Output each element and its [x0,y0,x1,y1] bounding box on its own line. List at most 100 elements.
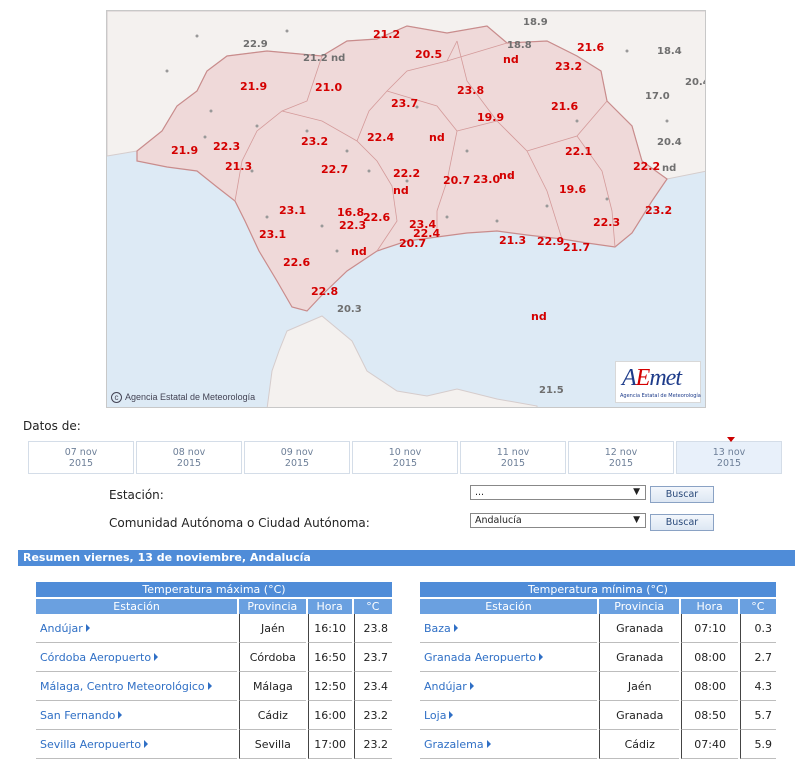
map-temp-label[interactable]: 22.9 [243,39,268,51]
map-temp-label[interactable]: 23.8 [457,85,484,97]
map-temp-label[interactable]: 22.3 [213,141,240,153]
table-header-row: Estación Provincia Hora °C [36,599,392,614]
date-tab-08-nov[interactable]: 08 nov 2015 [136,441,242,474]
map-temp-label[interactable]: 23.0 [473,174,500,186]
map-temp-label[interactable]: 21.6 [551,101,578,113]
map-temp-label[interactable]: nd [531,311,547,323]
map-temp-label[interactable]: 21.9 [171,145,198,157]
map-temp-label[interactable]: nd [351,246,367,258]
map-temp-label[interactable]: 21.2 [373,29,400,41]
map-temp-label[interactable]: nd [429,132,445,144]
map-temp-label[interactable]: 19.6 [559,184,586,196]
map-temp-label[interactable]: 22.1 [565,146,592,158]
station-link[interactable]: Málaga, Centro Meteorológico [40,680,212,693]
map-temp-label[interactable]: 21.6 [577,42,604,54]
station-link[interactable]: Baza [424,622,458,635]
comunidad-select[interactable]: Andalucía ▼ [470,513,646,528]
map-temp-label[interactable]: 21.2 [303,53,328,65]
temperature-cell: 2.7 [739,643,776,672]
map-temp-label[interactable]: 22.6 [363,212,390,224]
map-temp-label[interactable]: 22.9 [537,236,564,248]
station-link[interactable]: Córdoba Aeropuerto [40,651,159,664]
map-temp-label[interactable]: 22.3 [593,217,620,229]
province-cell: Granada [599,614,680,643]
map-temp-label[interactable]: nd [499,170,515,182]
column-header-hora: Hora [681,599,738,614]
date-tab-07-nov[interactable]: 07 nov 2015 [28,441,134,474]
map-temp-label[interactable]: 21.5 [539,385,564,397]
map-temp-label[interactable]: 20.7 [443,175,470,187]
date-tab-year: 2015 [68,458,94,469]
map-temp-label[interactable]: 18.4 [657,46,682,58]
map-temp-label[interactable]: 22.2 [393,168,420,180]
map-temp-label[interactable]: 20.3 [337,304,362,316]
buscar-estacion-button[interactable]: Buscar [650,486,714,503]
column-header-celsius: °C [739,599,776,614]
station-link[interactable]: Granada Aeropuerto [424,651,544,664]
time-cell: 08:00 [681,643,738,672]
map-temp-label[interactable]: 22.8 [311,286,338,298]
map-temp-label[interactable]: nd [393,185,409,197]
column-header-provincia: Provincia [239,599,306,614]
map-temp-label[interactable]: 22.2 [633,161,660,173]
station-link[interactable]: Grazalema [424,738,491,751]
map-canvas [107,11,705,407]
buscar-comunidad-button[interactable]: Buscar [650,514,714,531]
map-temp-label[interactable]: 16.8 [337,207,364,219]
date-tab-13-nov[interactable]: 13 nov 2015 [676,437,782,474]
map-temp-label[interactable]: 23.2 [555,61,582,73]
map-temp-label[interactable]: 19.9 [477,112,504,124]
date-tab-year: 2015 [716,458,742,469]
temperature-map[interactable]: 18.9 22.9 21.2 18.8 21.6 18.4 20.5 21.2 … [106,10,706,408]
table-row: Granada Aeropuerto Granada 08:00 2.7 [420,643,776,672]
resumen-title: Resumen viernes, 13 de noviembre, Andalu… [18,550,795,566]
map-temp-label[interactable]: 23.1 [279,205,306,217]
date-tab-day: 11 nov [496,447,530,458]
date-tabs: 07 nov 2015 08 nov 2015 09 nov 2015 10 nov 2… [28,437,782,475]
map-temp-label[interactable]: 23.1 [259,229,286,241]
map-temp-label[interactable]: 22.4 [367,132,394,144]
map-temp-label[interactable]: 23.2 [301,136,328,148]
date-tab-day: 13 nov [712,447,746,458]
date-tab-10-nov[interactable]: 10 nov 2015 [352,441,458,474]
map-temp-label[interactable]: 20.5 [415,49,442,61]
map-copyright: c Agencia Estatal de Meteorología [111,392,255,403]
map-temp-label[interactable]: 20.4 [685,77,705,89]
map-temp-label[interactable]: nd [662,163,676,175]
map-temp-label[interactable]: 21.3 [499,235,526,247]
map-temp-label[interactable]: 22.7 [321,164,348,176]
map-temp-label[interactable]: 20.4 [657,137,682,149]
map-temp-label[interactable]: nd [331,53,345,65]
map-temp-label[interactable]: 21.3 [225,161,252,173]
estacion-select[interactable]: ... ▼ [470,485,646,500]
map-temp-label[interactable]: nd [503,54,519,66]
map-temp-label[interactable]: 21.9 [240,81,267,93]
map-temp-label[interactable]: 23.2 [645,205,672,217]
map-temp-label[interactable]: 17.0 [645,91,670,103]
station-link[interactable]: Loja [424,709,454,722]
table-header-row: Estación Provincia Hora °C [420,599,776,614]
date-tab-year: 2015 [608,458,634,469]
time-cell: 07:40 [681,730,738,759]
date-tab-12-nov[interactable]: 12 nov 2015 [568,441,674,474]
date-tab-09-nov[interactable]: 09 nov 2015 [244,441,350,474]
station-link[interactable]: San Fernando [40,709,123,722]
province-cell: Málaga [239,672,306,701]
map-temp-label[interactable]: 22.6 [283,257,310,269]
map-temp-label[interactable]: 23.7 [391,98,418,110]
station-link[interactable]: Sevilla Aeropuerto [40,738,149,751]
table-row: Córdoba Aeropuerto Córdoba 16:50 23.7 [36,643,392,672]
station-link[interactable]: Andújar [40,622,90,635]
map-temp-label[interactable]: 20.7 [399,238,426,250]
time-cell: 08:00 [681,672,738,701]
dropdown-arrow-icon: ▼ [633,487,640,497]
map-temp-label[interactable]: 21.7 [563,242,590,254]
station-link[interactable]: Andújar [424,680,474,693]
map-temp-label[interactable]: 18.8 [507,40,532,52]
map-temp-label[interactable]: 21.0 [315,82,342,94]
map-temp-label[interactable]: 18.9 [523,17,548,29]
estacion-select-value: ... [475,487,485,498]
time-cell: 16:10 [307,614,352,643]
province-cell: Jaén [239,614,306,643]
date-tab-11-nov[interactable]: 11 nov 2015 [460,441,566,474]
